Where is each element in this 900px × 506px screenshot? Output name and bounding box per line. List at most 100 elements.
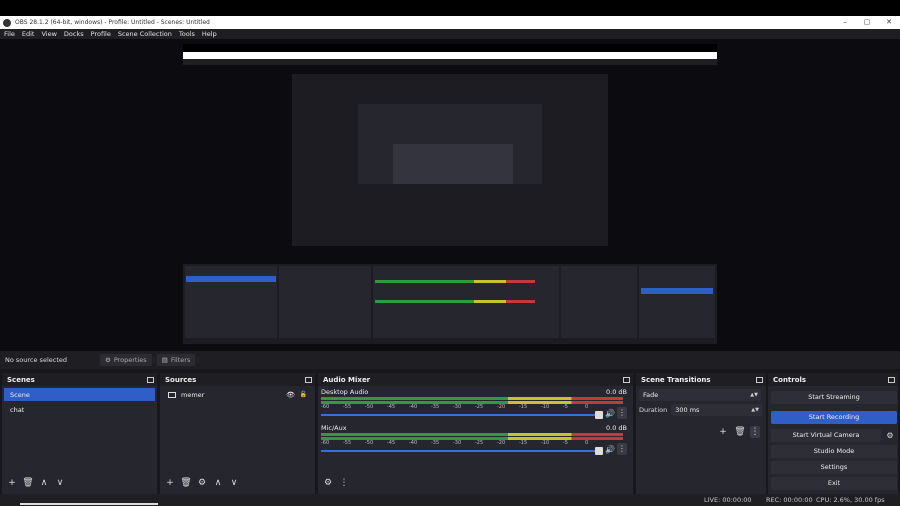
undock-icon[interactable] xyxy=(756,376,763,383)
duration-row: Duration 300 ms ▲▼ xyxy=(639,404,762,416)
minimize-button[interactable]: – xyxy=(834,16,856,29)
volume-slider[interactable] xyxy=(321,414,599,416)
move-source-up-button[interactable]: ∧ xyxy=(211,477,225,489)
scene-item-scene[interactable]: Scene xyxy=(4,388,155,401)
dock-area: Scenes Scene chat + 🗑 ∧ ∨ Sources memer … xyxy=(0,369,900,494)
remove-source-button[interactable]: 🗑 xyxy=(179,477,193,489)
virtual-camera-gear-icon[interactable]: ⚙ xyxy=(882,429,898,442)
more-options-icon[interactable]: ⋮ xyxy=(617,443,627,455)
tick-label: -5 xyxy=(563,404,568,410)
cpu-status: CPU: 2.6%, 30.00 fps xyxy=(816,496,885,504)
tick-label: -60 xyxy=(321,440,330,446)
transition-selected-value: Fade xyxy=(643,391,659,399)
stepper-icon[interactable]: ▲▼ xyxy=(751,404,759,416)
exit-button[interactable]: Exit xyxy=(771,477,897,490)
more-options-icon[interactable]: ⋮ xyxy=(617,407,627,419)
close-button[interactable]: ✕ xyxy=(878,16,900,29)
canvas-meter-desktop xyxy=(375,280,535,283)
settings-button[interactable]: Settings xyxy=(771,461,897,474)
scenes-dock-header: Scenes xyxy=(2,373,157,386)
start-recording-button[interactable]: Start Recording xyxy=(771,411,897,424)
move-scene-down-button[interactable]: ∨ xyxy=(53,477,67,489)
start-virtual-camera-button[interactable]: Start Virtual Camera xyxy=(771,429,881,442)
live-status: LIVE: 00:00:00 xyxy=(704,496,752,504)
tick-label: -25 xyxy=(475,404,484,410)
tick-label: -40 xyxy=(409,440,418,446)
controls-dock: Controls Start Streaming Start Recording… xyxy=(768,373,898,494)
add-scene-button[interactable]: + xyxy=(5,477,19,489)
remove-transition-button[interactable]: 🗑 xyxy=(733,426,747,438)
tick-label: -35 xyxy=(431,404,440,410)
transition-menu-icon[interactable]: ⋮ xyxy=(750,426,760,438)
preview-canvas[interactable] xyxy=(183,44,717,344)
start-streaming-button[interactable]: Start Streaming xyxy=(771,391,897,404)
add-source-button[interactable]: + xyxy=(163,477,177,489)
remove-scene-button[interactable]: 🗑 xyxy=(21,477,35,489)
duration-input[interactable]: 300 ms ▲▼ xyxy=(671,404,762,416)
mixer-toolbar: ⚙ ⋮ xyxy=(321,477,353,489)
gear-icon: ⚙ xyxy=(105,356,111,364)
tick-label: -50 xyxy=(365,404,374,410)
menu-scene-collection[interactable]: Scene Collection xyxy=(118,30,172,38)
scene-item-chat[interactable]: chat xyxy=(4,403,155,416)
tick-label: -20 xyxy=(497,404,506,410)
menu-file[interactable]: File xyxy=(4,30,15,38)
volume-slider-handle[interactable] xyxy=(595,447,603,455)
menu-docks[interactable]: Docks xyxy=(64,30,84,38)
tick-label: -60 xyxy=(321,404,330,410)
add-transition-button[interactable]: + xyxy=(716,426,730,438)
tick-label: -50 xyxy=(365,440,374,446)
menu-tools[interactable]: Tools xyxy=(179,30,195,38)
maximize-button[interactable]: ▢ xyxy=(856,16,878,29)
lock-icon[interactable]: 🔓 xyxy=(300,391,307,398)
channel-db: 0.0 dB xyxy=(606,388,627,396)
top-black-bar xyxy=(0,0,900,16)
menu-profile[interactable]: Profile xyxy=(91,30,111,38)
sources-dock-header: Sources xyxy=(160,373,315,386)
canvas-dock-transitions xyxy=(561,266,637,338)
source-item-memer[interactable]: memer 👁 🔓 xyxy=(162,388,313,401)
studio-mode-button[interactable]: Studio Mode xyxy=(771,445,897,458)
status-bar: LIVE: 00:00:00 REC: 00:00:00 CPU: 2.6%, … xyxy=(0,494,900,506)
visibility-eye-icon[interactable]: 👁 xyxy=(286,391,295,399)
menu-view[interactable]: View xyxy=(41,30,56,38)
tick-label: 0 xyxy=(585,440,589,446)
controls-title: Controls xyxy=(773,375,807,384)
sources-toolbar: + 🗑 ⚙ ∧ ∨ xyxy=(163,477,243,489)
scenes-toolbar: + 🗑 ∧ ∨ xyxy=(5,477,69,489)
duration-label: Duration xyxy=(639,406,668,414)
volume-slider-handle[interactable] xyxy=(595,411,603,419)
menu-bar: File Edit View Docks Profile Scene Colle… xyxy=(0,29,900,39)
speaker-icon[interactable]: 🔊 xyxy=(605,409,615,418)
menu-edit[interactable]: Edit xyxy=(22,30,35,38)
canvas-dock-sources xyxy=(279,266,371,338)
status-scrollbar[interactable] xyxy=(20,503,158,505)
undock-icon[interactable] xyxy=(147,376,154,383)
undock-icon[interactable] xyxy=(888,376,895,383)
undock-icon[interactable] xyxy=(305,376,312,383)
window-title: OBS 28.1.2 (64-bit, windows) - Profile: … xyxy=(15,19,210,26)
window-titlebar: OBS 28.1.2 (64-bit, windows) - Profile: … xyxy=(0,16,900,29)
duration-value: 300 ms xyxy=(675,406,700,414)
tick-label: -5 xyxy=(563,440,568,446)
tick-label: -40 xyxy=(409,404,418,410)
volume-slider[interactable] xyxy=(321,450,599,452)
filters-button[interactable]: ▤ Filters xyxy=(156,354,196,366)
menu-help[interactable]: Help xyxy=(202,30,217,38)
scenes-title: Scenes xyxy=(7,375,35,384)
source-properties-button[interactable]: ⚙ xyxy=(195,477,209,489)
transitions-title: Scene Transitions xyxy=(641,375,711,384)
undock-icon[interactable] xyxy=(623,376,630,383)
tick-label: -55 xyxy=(343,440,352,446)
mixer-menu-icon[interactable]: ⋮ xyxy=(337,477,351,489)
advanced-audio-settings-icon[interactable]: ⚙ xyxy=(321,477,335,489)
speaker-icon[interactable]: 🔊 xyxy=(605,445,615,454)
properties-button[interactable]: ⚙ Properties xyxy=(100,354,152,366)
move-scene-up-button[interactable]: ∧ xyxy=(37,477,51,489)
source-label: memer xyxy=(181,390,205,399)
chevron-updown-icon: ▲▼ xyxy=(750,392,758,398)
transition-select[interactable]: Fade ▲▼ xyxy=(639,389,761,401)
move-source-down-button[interactable]: ∨ xyxy=(227,477,241,489)
filter-icon: ▤ xyxy=(161,356,168,364)
window-controls: – ▢ ✕ xyxy=(834,16,900,29)
